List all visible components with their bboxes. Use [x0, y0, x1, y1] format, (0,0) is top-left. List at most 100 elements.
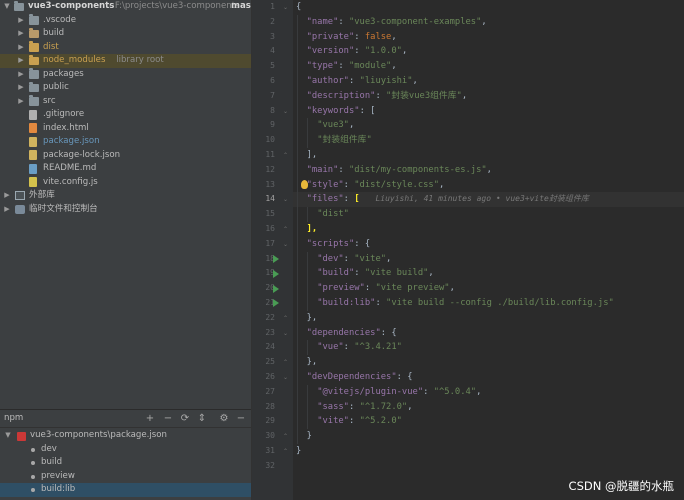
folder-icon — [29, 14, 39, 25]
code-line[interactable]: "keywords": [ — [307, 104, 376, 119]
tree-item[interactable]: README.md — [0, 162, 251, 176]
fold-marker-icon[interactable]: ⌃ — [282, 433, 289, 440]
chevron-right-icon[interactable]: ▶ — [17, 68, 25, 82]
fold-marker-icon[interactable]: ⌃ — [282, 315, 289, 322]
code-line[interactable]: "build": "vite build", — [317, 266, 434, 281]
code-line[interactable]: "vue": "^3.4.21" — [317, 340, 402, 355]
hide-icon[interactable]: − — [235, 412, 247, 425]
run-script-icon[interactable] — [273, 284, 279, 293]
code-line[interactable]: "build:lib": "vite build --config ./buil… — [317, 296, 614, 311]
fold-marker-icon[interactable]: ⌄ — [282, 374, 289, 381]
folder-icon — [29, 54, 39, 65]
tree-item[interactable]: vite.config.js — [0, 176, 251, 190]
code-line[interactable]: "files": [ Liuyishi, 41 minutes ago • vu… — [307, 192, 589, 207]
fold-marker-icon[interactable]: ⌄ — [282, 108, 289, 115]
tree-item[interactable]: ▶ build — [0, 27, 251, 41]
fold-marker-icon[interactable]: ⌃ — [282, 226, 289, 233]
npm-package-row[interactable]: ▼ vue3-components\package.json — [0, 429, 251, 443]
npm-script-build[interactable]: build — [0, 456, 251, 470]
run-script-icon[interactable] — [273, 299, 279, 308]
settings-icon[interactable]: ⚙ — [218, 412, 230, 425]
tree-item[interactable]: ▶ public — [0, 81, 251, 95]
code-line[interactable]: "scripts": { — [307, 237, 371, 252]
chevron-right-icon[interactable]: ▶ — [17, 95, 25, 109]
run-script-icon[interactable] — [273, 255, 279, 263]
tree-item[interactable]: .gitignore — [0, 108, 251, 122]
fold-marker-icon[interactable]: ⌃ — [282, 359, 289, 366]
lightbulb-icon[interactable] — [301, 180, 308, 189]
fold-marker-icon[interactable]: ⌄ — [282, 241, 289, 248]
json-comma: , — [348, 120, 355, 131]
npm-panel: npm + − ⟳ ⇕ ⚙ − ▼ vue3-components\package… — [0, 409, 251, 500]
code-line[interactable]: ], — [307, 148, 318, 163]
refresh-icon[interactable]: ⟳ — [179, 412, 191, 425]
code-line[interactable]: }, — [307, 355, 318, 370]
code-line[interactable]: "private": false, — [307, 30, 397, 45]
code-line[interactable]: "dist" — [317, 207, 349, 222]
script-dot-icon — [31, 488, 35, 492]
code-line[interactable]: }, — [307, 311, 318, 326]
add-icon[interactable]: + — [144, 412, 156, 425]
json-colon: : — [375, 90, 387, 101]
chevron-right-icon[interactable]: ▶ — [3, 189, 11, 203]
json-string-value: "^5.0.4" — [433, 386, 477, 397]
tree-item[interactable]: ▶ node_modules library root — [0, 54, 251, 68]
code-line[interactable]: "name": "vue3-component-examples", — [307, 15, 487, 30]
npm-script-dev[interactable]: dev — [0, 443, 251, 457]
code-line[interactable]: "description": "封装vue3组件库", — [307, 89, 468, 104]
chevron-right-icon[interactable]: ▶ — [17, 54, 25, 68]
code-line[interactable]: } — [307, 429, 312, 444]
code-line[interactable]: "author": "liuyishi", — [307, 74, 418, 89]
collapse-icon[interactable]: ⇕ — [196, 412, 208, 425]
code-line[interactable]: "vue3", — [317, 118, 354, 133]
chevron-right-icon[interactable]: ▶ — [17, 14, 25, 28]
npm-script-build-lib[interactable]: build:lib — [0, 483, 251, 497]
code-line[interactable]: "@vitejs/plugin-vue": "^5.0.4", — [317, 385, 481, 400]
code-line[interactable]: "version": "1.0.0", — [307, 44, 408, 59]
fold-marker-icon[interactable]: ⌄ — [282, 196, 289, 203]
code-line[interactable]: "sass": "^1.72.0", — [317, 400, 412, 415]
code-line[interactable]: "封装组件库" — [317, 133, 372, 148]
tree-item[interactable]: ▶ 临时文件和控制台 — [0, 203, 251, 217]
tree-item[interactable]: package.json — [0, 135, 251, 149]
tree-item[interactable]: ▶ src — [0, 95, 251, 109]
code-line[interactable]: "devDependencies": { — [307, 370, 413, 385]
json-key: "scripts" — [306, 238, 355, 249]
chevron-right-icon[interactable]: ▶ — [17, 81, 25, 95]
json-keyword-value: false — [364, 31, 392, 42]
fold-marker-icon[interactable]: ⌃ — [282, 152, 289, 159]
code-line[interactable]: "style": "dist/style.css", — [307, 178, 445, 193]
chevron-right-icon[interactable]: ▶ — [17, 41, 25, 55]
json-key: "devDependencies" — [306, 372, 397, 382]
fold-marker-icon[interactable]: ⌄ — [282, 4, 289, 11]
code-line[interactable]: { — [296, 0, 301, 15]
code-line[interactable]: "type": "module", — [307, 59, 397, 74]
chevron-down-icon[interactable]: ▼ — [3, 0, 11, 14]
folder-icon — [29, 27, 39, 38]
minus-icon[interactable]: − — [162, 412, 174, 425]
code-line[interactable]: "dev": "vite", — [317, 252, 391, 267]
tree-item[interactable]: ▶ 外部库 — [0, 189, 251, 203]
code-line[interactable]: } — [296, 444, 301, 459]
tree-item[interactable]: package-lock.json — [0, 149, 251, 163]
tree-item[interactable]: index.html — [0, 122, 251, 136]
code-line[interactable]: "vite": "^5.2.0" — [317, 414, 402, 429]
chevron-down-icon[interactable]: ▼ — [4, 429, 12, 443]
tree-root[interactable]: ▼ vue3-components - F:\projects\vue3-compo… — [0, 0, 251, 14]
code-line[interactable]: "main": "dist/my-components-es.js", — [307, 163, 492, 178]
run-script-icon[interactable] — [273, 269, 279, 278]
fold-marker-icon[interactable]: ⌄ — [282, 330, 289, 337]
tree-item[interactable]: ▶ .vscode — [0, 14, 251, 28]
code-line[interactable]: ], — [307, 222, 318, 237]
code-line[interactable]: "preview": "vite preview", — [317, 281, 455, 296]
code-line[interactable]: "dependencies": { — [307, 326, 397, 341]
fold-marker-icon[interactable]: ⌃ — [282, 448, 289, 455]
code-editor[interactable]: 1 ⌄ 2 3 4 5 6 7 8 ⌄ 9 10 11 ⌃ 12 13 14 ⌄ 15 16 ⌃ 17 ⌄ 18 19 20 21 2… — [251, 0, 684, 500]
chevron-right-icon[interactable]: ▶ — [17, 27, 25, 41]
chevron-right-icon[interactable]: ▶ — [3, 203, 11, 217]
tree-item[interactable]: ▶ dist — [0, 41, 251, 55]
json-colon: : — [364, 283, 376, 294]
npm-package-icon — [17, 431, 26, 441]
npm-script-preview[interactable]: preview — [0, 470, 251, 484]
tree-item[interactable]: ▶ packages — [0, 68, 251, 82]
